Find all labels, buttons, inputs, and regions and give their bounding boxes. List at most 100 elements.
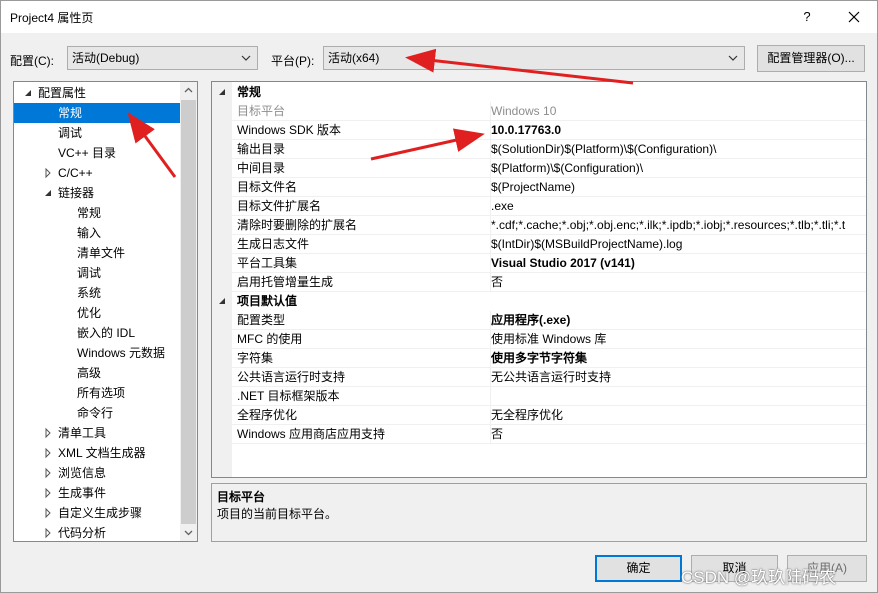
property-value[interactable]: .exe bbox=[490, 197, 866, 216]
property-row[interactable]: 启用托管增量生成 否 bbox=[232, 273, 866, 292]
property-value[interactable]: 否 bbox=[490, 425, 866, 444]
property-row[interactable]: .NET 目标框架版本 bbox=[232, 387, 866, 406]
collapsed-triangle-icon[interactable] bbox=[43, 503, 53, 523]
tree-item-label: C/C++ bbox=[58, 166, 93, 180]
tree-item[interactable]: 链接器 bbox=[14, 183, 182, 203]
scrollbar-thumb[interactable] bbox=[181, 100, 196, 524]
tree-item[interactable]: VC++ 目录 bbox=[14, 143, 182, 163]
tree-item-label: 嵌入的 IDL bbox=[77, 326, 136, 340]
property-row[interactable]: 清除时要删除的扩展名 *.cdf;*.cache;*.obj;*.obj.enc;… bbox=[232, 216, 866, 235]
property-row[interactable]: 平台工具集 Visual Studio 2017 (v141) bbox=[232, 254, 866, 273]
ok-button[interactable]: 确定 bbox=[595, 555, 682, 582]
grid-gutter bbox=[212, 82, 232, 477]
tree-item-label: 清单文件 bbox=[77, 246, 126, 260]
property-row[interactable]: 全程序优化 无全程序优化 bbox=[232, 406, 866, 425]
property-row[interactable]: 生成日志文件 $(IntDir)$(MSBuildProjectName).log bbox=[232, 235, 866, 254]
close-button[interactable] bbox=[841, 5, 867, 29]
expanded-triangle-icon[interactable] bbox=[217, 83, 227, 102]
property-value[interactable] bbox=[490, 387, 866, 406]
collapsed-triangle-icon[interactable] bbox=[43, 483, 53, 503]
property-row[interactable]: 目标平台 Windows 10 bbox=[232, 102, 866, 121]
tree-item[interactable]: 系统 bbox=[14, 283, 182, 303]
scroll-down-icon[interactable] bbox=[180, 524, 197, 541]
tree-item[interactable]: 常规 bbox=[14, 203, 182, 223]
property-value[interactable]: Windows 10 bbox=[490, 102, 866, 121]
chevron-down-icon bbox=[241, 55, 251, 61]
property-row[interactable]: 公共语言运行时支持 无公共语言运行时支持 bbox=[232, 368, 866, 387]
property-row[interactable]: 目标文件名 $(ProjectName) bbox=[232, 178, 866, 197]
property-category[interactable]: 项目默认值 bbox=[212, 292, 866, 311]
property-grid[interactable]: 常规目标平台 Windows 10 Windows SDK 版本 10.0.17763… bbox=[211, 81, 867, 478]
property-value[interactable]: 无全程序优化 bbox=[490, 406, 866, 425]
platform-dropdown[interactable]: 活动(x64) bbox=[323, 46, 745, 70]
property-value[interactable]: $(ProjectName) bbox=[490, 178, 866, 197]
tree-item[interactable]: 所有选项 bbox=[14, 383, 182, 403]
configuration-dropdown[interactable]: 活动(Debug) bbox=[67, 46, 258, 70]
tree-item[interactable]: 高级 bbox=[14, 363, 182, 383]
property-category[interactable]: 常规 bbox=[212, 83, 866, 102]
tree-item[interactable]: 清单文件 bbox=[14, 243, 182, 263]
property-row[interactable]: MFC 的使用 使用标准 Windows 库 bbox=[232, 330, 866, 349]
tree-item[interactable]: Windows 元数据 bbox=[14, 343, 182, 363]
expanded-triangle-icon[interactable] bbox=[43, 183, 53, 203]
property-value[interactable]: 否 bbox=[490, 273, 866, 292]
tree-item[interactable]: 输入 bbox=[14, 223, 182, 243]
property-row[interactable]: 目标文件扩展名 .exe bbox=[232, 197, 866, 216]
property-value[interactable]: 使用多字节字符集 bbox=[490, 349, 866, 368]
property-value[interactable]: 使用标准 Windows 库 bbox=[490, 330, 866, 349]
tree-scrollbar[interactable] bbox=[180, 82, 197, 541]
scroll-up-icon[interactable] bbox=[180, 82, 197, 99]
configuration-manager-button[interactable]: 配置管理器(O)... bbox=[757, 45, 865, 72]
property-row[interactable]: 中间目录 $(Platform)\$(Configuration)\ bbox=[232, 159, 866, 178]
property-name: 清除时要删除的扩展名 bbox=[237, 218, 358, 232]
tree-item[interactable]: 配置属性 bbox=[14, 83, 182, 103]
tree-item[interactable]: 清单工具 bbox=[14, 423, 182, 443]
property-value[interactable]: *.cdf;*.cache;*.obj;*.obj.enc;*.ilk;*.ip… bbox=[490, 216, 866, 235]
tree-item[interactable]: 嵌入的 IDL bbox=[14, 323, 182, 343]
tree-item-label: 自定义生成步骤 bbox=[58, 506, 143, 520]
expanded-triangle-icon[interactable] bbox=[217, 292, 227, 311]
property-value[interactable]: $(IntDir)$(MSBuildProjectName).log bbox=[490, 235, 866, 254]
property-value[interactable]: $(Platform)\$(Configuration)\ bbox=[490, 159, 866, 178]
property-name: 目标文件名 bbox=[237, 180, 298, 194]
expanded-triangle-icon[interactable] bbox=[23, 83, 33, 103]
description-title: 目标平台 bbox=[217, 490, 266, 504]
tree-item[interactable]: 代码分析 bbox=[14, 523, 182, 542]
configuration-toolbar: 配置(C): 活动(Debug) 平台(P): 活动(x64) 配置管理器(O)… bbox=[1, 45, 877, 73]
tree-item-label: XML 文档生成器 bbox=[58, 446, 146, 460]
tree-item[interactable]: 自定义生成步骤 bbox=[14, 503, 182, 523]
tree-item-label: 常规 bbox=[77, 206, 102, 220]
property-row[interactable]: Windows 应用商店应用支持 否 bbox=[232, 425, 866, 444]
tree-item-label: 清单工具 bbox=[58, 426, 107, 440]
tree-item-label: 代码分析 bbox=[58, 526, 107, 540]
tree-item[interactable]: 命令行 bbox=[14, 403, 182, 423]
property-row[interactable]: 配置类型 应用程序(.exe) bbox=[232, 311, 866, 330]
property-value[interactable]: 应用程序(.exe) bbox=[490, 311, 866, 330]
category-label: 常规 bbox=[237, 85, 262, 99]
property-value[interactable]: 无公共语言运行时支持 bbox=[490, 368, 866, 387]
collapsed-triangle-icon[interactable] bbox=[43, 163, 53, 183]
tree-item[interactable]: 浏览信息 bbox=[14, 463, 182, 483]
tree-item[interactable]: 调试 bbox=[14, 263, 182, 283]
property-value[interactable]: Visual Studio 2017 (v141) bbox=[490, 254, 866, 273]
tree-item[interactable]: 优化 bbox=[14, 303, 182, 323]
property-tree[interactable]: 代码分析 自定义生成步骤 生成事件 浏览信息 XML 文档生成器 清单工具 命令行 所有选项 高… bbox=[13, 81, 198, 542]
tree-item[interactable]: 调试 bbox=[14, 123, 182, 143]
collapsed-triangle-icon[interactable] bbox=[43, 523, 53, 542]
collapsed-triangle-icon[interactable] bbox=[43, 423, 53, 443]
collapsed-triangle-icon[interactable] bbox=[43, 463, 53, 483]
tree-item-label: 系统 bbox=[77, 286, 102, 300]
property-row[interactable]: 输出目录 $(SolutionDir)$(Platform)\$(Configur… bbox=[232, 140, 866, 159]
collapsed-triangle-icon[interactable] bbox=[43, 443, 53, 463]
property-row[interactable]: 字符集 使用多字节字符集 bbox=[232, 349, 866, 368]
property-row[interactable]: Windows SDK 版本 10.0.17763.0 bbox=[232, 121, 866, 140]
help-button[interactable]: ? bbox=[795, 7, 819, 27]
tree-item[interactable]: XML 文档生成器 bbox=[14, 443, 182, 463]
tree-item[interactable]: 常规 bbox=[14, 103, 182, 123]
property-name: 目标平台 bbox=[237, 104, 286, 118]
property-value[interactable]: $(SolutionDir)$(Platform)\$(Configuratio… bbox=[490, 140, 866, 159]
tree-item[interactable]: 生成事件 bbox=[14, 483, 182, 503]
tree-item-label: 优化 bbox=[77, 306, 102, 320]
property-value[interactable]: 10.0.17763.0 bbox=[490, 121, 866, 140]
tree-item[interactable]: C/C++ bbox=[14, 163, 182, 183]
